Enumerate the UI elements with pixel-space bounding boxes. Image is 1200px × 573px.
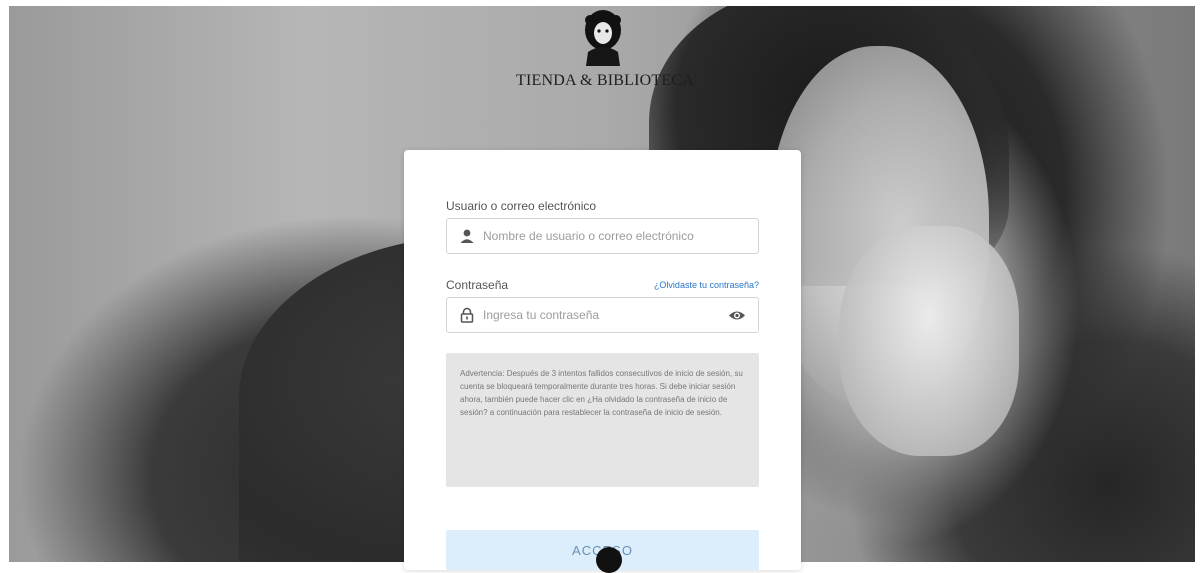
login-card: Usuario o correo electrónico Contraseña … xyxy=(404,150,801,570)
username-label: Usuario o correo electrónico xyxy=(446,199,597,213)
photo-hand-shape xyxy=(839,226,1019,456)
user-icon xyxy=(460,229,474,243)
brand-name: TIENDA & BIBLIOTECA xyxy=(515,72,694,89)
loading-spinner-icon xyxy=(596,547,622,573)
password-field[interactable] xyxy=(446,297,759,333)
bust-logo-icon xyxy=(585,10,621,66)
eye-icon[interactable] xyxy=(728,309,746,322)
username-field[interactable] xyxy=(446,218,759,254)
password-input[interactable] xyxy=(483,298,733,332)
password-label: Contraseña xyxy=(446,278,509,292)
lock-icon xyxy=(460,307,474,323)
forgot-password-link[interactable]: ¿Olvidaste tu contraseña? xyxy=(654,280,759,290)
brand-header: TIENDA & BIBLIOTECA xyxy=(500,6,710,96)
username-input[interactable] xyxy=(483,219,733,253)
lockout-warning: Advertencia: Después de 3 intentos falli… xyxy=(446,353,759,487)
